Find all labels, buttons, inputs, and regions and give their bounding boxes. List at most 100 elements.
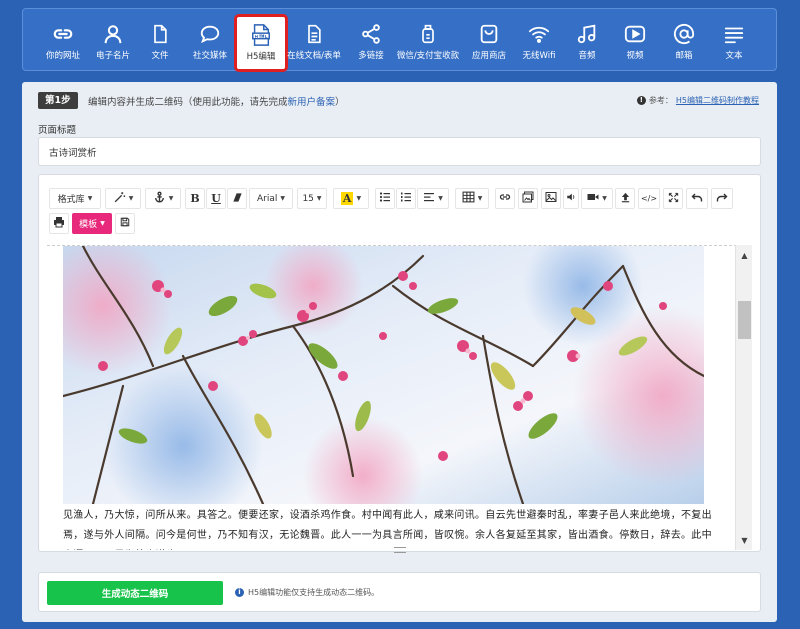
type-item-video[interactable]: 视频 xyxy=(619,9,651,72)
generate-qrcode-button[interactable]: 生成动态二维码 xyxy=(47,581,223,605)
register-link[interactable]: 新用户备案 xyxy=(288,97,336,108)
font-color-button[interactable]: A ▼ xyxy=(333,188,369,209)
floppy-disk-icon xyxy=(120,217,130,230)
scrollbar-thumb[interactable] xyxy=(738,301,751,339)
scroll-down-icon[interactable]: ▼ xyxy=(736,534,753,546)
table-dropdown[interactable]: ▼ xyxy=(455,188,489,209)
editor-body-text[interactable]: 见渔人，乃大惊，问所从来。具答之。便要还家，设酒杀鸡作食。村中闻有此人，咸来问讯… xyxy=(63,506,713,550)
rich-text-editor: 格式库▼ ▼ ▼ B U Arial▼ 15▼ A▼ ▼ ▼ ▼ </> xyxy=(38,174,761,552)
type-item-text[interactable]: 文本 xyxy=(718,9,750,72)
caret-down-icon: ▼ xyxy=(128,195,134,202)
underline-button[interactable]: U xyxy=(206,188,226,209)
magic-wand-button[interactable]: ▼ xyxy=(105,188,141,209)
type-item-label: H5编辑 xyxy=(246,52,276,62)
font-size-dropdown[interactable]: 15 ▼ xyxy=(297,188,327,209)
type-item-wifi[interactable]: 无线Wifi xyxy=(517,9,561,72)
type-item-audio[interactable]: 音频 xyxy=(571,9,603,72)
font-family-dropdown[interactable]: Arial ▼ xyxy=(249,188,293,209)
editor-panel: 第1步 编辑内容并生成二维码（使用此功能，请先完成新用户备案） ! 参考： H5… xyxy=(22,82,777,622)
video-camera-icon xyxy=(587,192,599,205)
format-library-dropdown[interactable]: 格式库 ▼ xyxy=(49,188,101,209)
upload-icon xyxy=(620,192,631,206)
align-dropdown[interactable]: ▼ xyxy=(417,188,449,209)
caret-down-icon: ▼ xyxy=(168,195,174,202)
type-item-label: 电子名片 xyxy=(95,51,130,61)
type-item-email[interactable]: 邮箱 xyxy=(668,9,700,72)
save-button[interactable] xyxy=(115,213,135,234)
info-icon: i xyxy=(235,588,244,597)
step-desc-text: 编辑内容并生成二维码（使用此功能，请先完成 xyxy=(88,97,288,108)
type-item-multi-link[interactable]: 多链接 xyxy=(353,9,389,72)
insert-image-button[interactable] xyxy=(541,188,561,209)
link-icon xyxy=(499,191,511,206)
type-item-social[interactable]: 社交媒体 xyxy=(187,9,233,72)
play-icon xyxy=(623,22,647,46)
eraser-button[interactable] xyxy=(227,188,247,209)
type-item-online-doc[interactable]: 在线文档/表单 xyxy=(287,9,341,72)
caret-down-icon: ▼ xyxy=(316,195,322,202)
type-item-label: 社交媒体 xyxy=(192,51,227,61)
wallet-icon xyxy=(416,22,440,46)
type-item-label: 应用商店 xyxy=(471,51,506,61)
bullet-list-icon xyxy=(379,191,391,206)
type-item-url[interactable]: 你的网址 xyxy=(39,9,87,72)
editor-content[interactable]: 见渔人，乃大惊，问所从来。具答之。便要还家，设酒杀鸡作食。村中闻有此人，咸来问讯… xyxy=(47,245,737,550)
chat-bubble-icon xyxy=(198,22,222,46)
type-item-label: 邮箱 xyxy=(675,51,693,61)
font-size-value: 15 xyxy=(302,193,314,204)
caret-down-icon: ▼ xyxy=(602,195,607,202)
fullscreen-button[interactable] xyxy=(663,188,683,209)
insert-link-button[interactable] xyxy=(495,188,515,209)
at-sign-icon xyxy=(672,22,696,46)
type-item-label: 在线文档/表单 xyxy=(287,51,341,61)
fullscreen-icon xyxy=(668,192,679,206)
caret-down-icon: ▼ xyxy=(100,220,105,227)
insert-audio-button[interactable] xyxy=(563,188,579,209)
bullet-list-button[interactable] xyxy=(375,188,395,209)
scroll-up-icon[interactable]: ▲ xyxy=(736,249,753,261)
reference-label: 参考： xyxy=(648,96,673,105)
type-toolbar: 你的网址 电子名片 文件 社交媒体 H5编辑 在线文档/表单 多链接 微信/支付… xyxy=(22,8,777,72)
person-icon xyxy=(101,22,125,46)
underline-icon: U xyxy=(211,192,221,205)
table-icon xyxy=(462,191,475,206)
caret-down-icon: ▼ xyxy=(87,195,93,202)
undo-button[interactable] xyxy=(686,188,708,209)
reference: ! 参考： H5编辑二维码制作教程 xyxy=(636,95,759,106)
upload-button[interactable] xyxy=(615,188,635,209)
caret-down-icon: ▼ xyxy=(280,195,285,202)
source-code-button[interactable]: </> xyxy=(638,188,660,209)
html-file-icon xyxy=(249,23,273,47)
template-dropdown[interactable]: 模板 ▼ xyxy=(72,213,112,234)
type-item-payment[interactable]: 微信/支付宝收款 xyxy=(393,9,463,72)
insert-video-dropdown[interactable]: ▼ xyxy=(581,188,613,209)
redo-button[interactable] xyxy=(711,188,733,209)
printer-icon xyxy=(53,216,65,231)
type-item-file[interactable]: 文件 xyxy=(141,9,179,72)
type-item-label: 文本 xyxy=(725,51,743,61)
code-icon: </> xyxy=(640,194,658,203)
undo-icon xyxy=(691,192,703,206)
anchor-button[interactable]: ▼ xyxy=(145,188,181,209)
page-title-input[interactable] xyxy=(38,137,761,166)
share-icon xyxy=(359,22,383,46)
type-item-label: 微信/支付宝收款 xyxy=(396,51,460,61)
footer-bar: 生成动态二维码 i H5编辑功能仅支持生成动态二维码。 xyxy=(38,572,761,612)
type-item-h5-editor[interactable]: H5编辑 xyxy=(234,14,288,72)
editor-resize-handle[interactable] xyxy=(394,547,406,553)
tutorial-link[interactable]: H5编辑二维码制作教程 xyxy=(676,95,759,106)
insert-image-group-button[interactable] xyxy=(518,188,538,209)
type-item-app-store[interactable]: 应用商店 xyxy=(469,9,509,72)
image-gallery-icon xyxy=(522,191,534,206)
print-button[interactable] xyxy=(49,213,69,234)
caret-down-icon: ▼ xyxy=(438,195,443,202)
wifi-icon xyxy=(527,22,551,46)
type-item-vcard[interactable]: 电子名片 xyxy=(91,9,135,72)
numbered-list-icon xyxy=(400,191,412,206)
page-title-label: 页面标题 xyxy=(38,125,77,136)
cherry-blossom-photo xyxy=(63,246,704,504)
editor-scrollbar[interactable]: ▲ ▼ xyxy=(735,245,752,550)
numbered-list-button[interactable] xyxy=(396,188,416,209)
bold-button[interactable]: B xyxy=(185,188,205,209)
type-item-label: 音频 xyxy=(578,51,596,61)
